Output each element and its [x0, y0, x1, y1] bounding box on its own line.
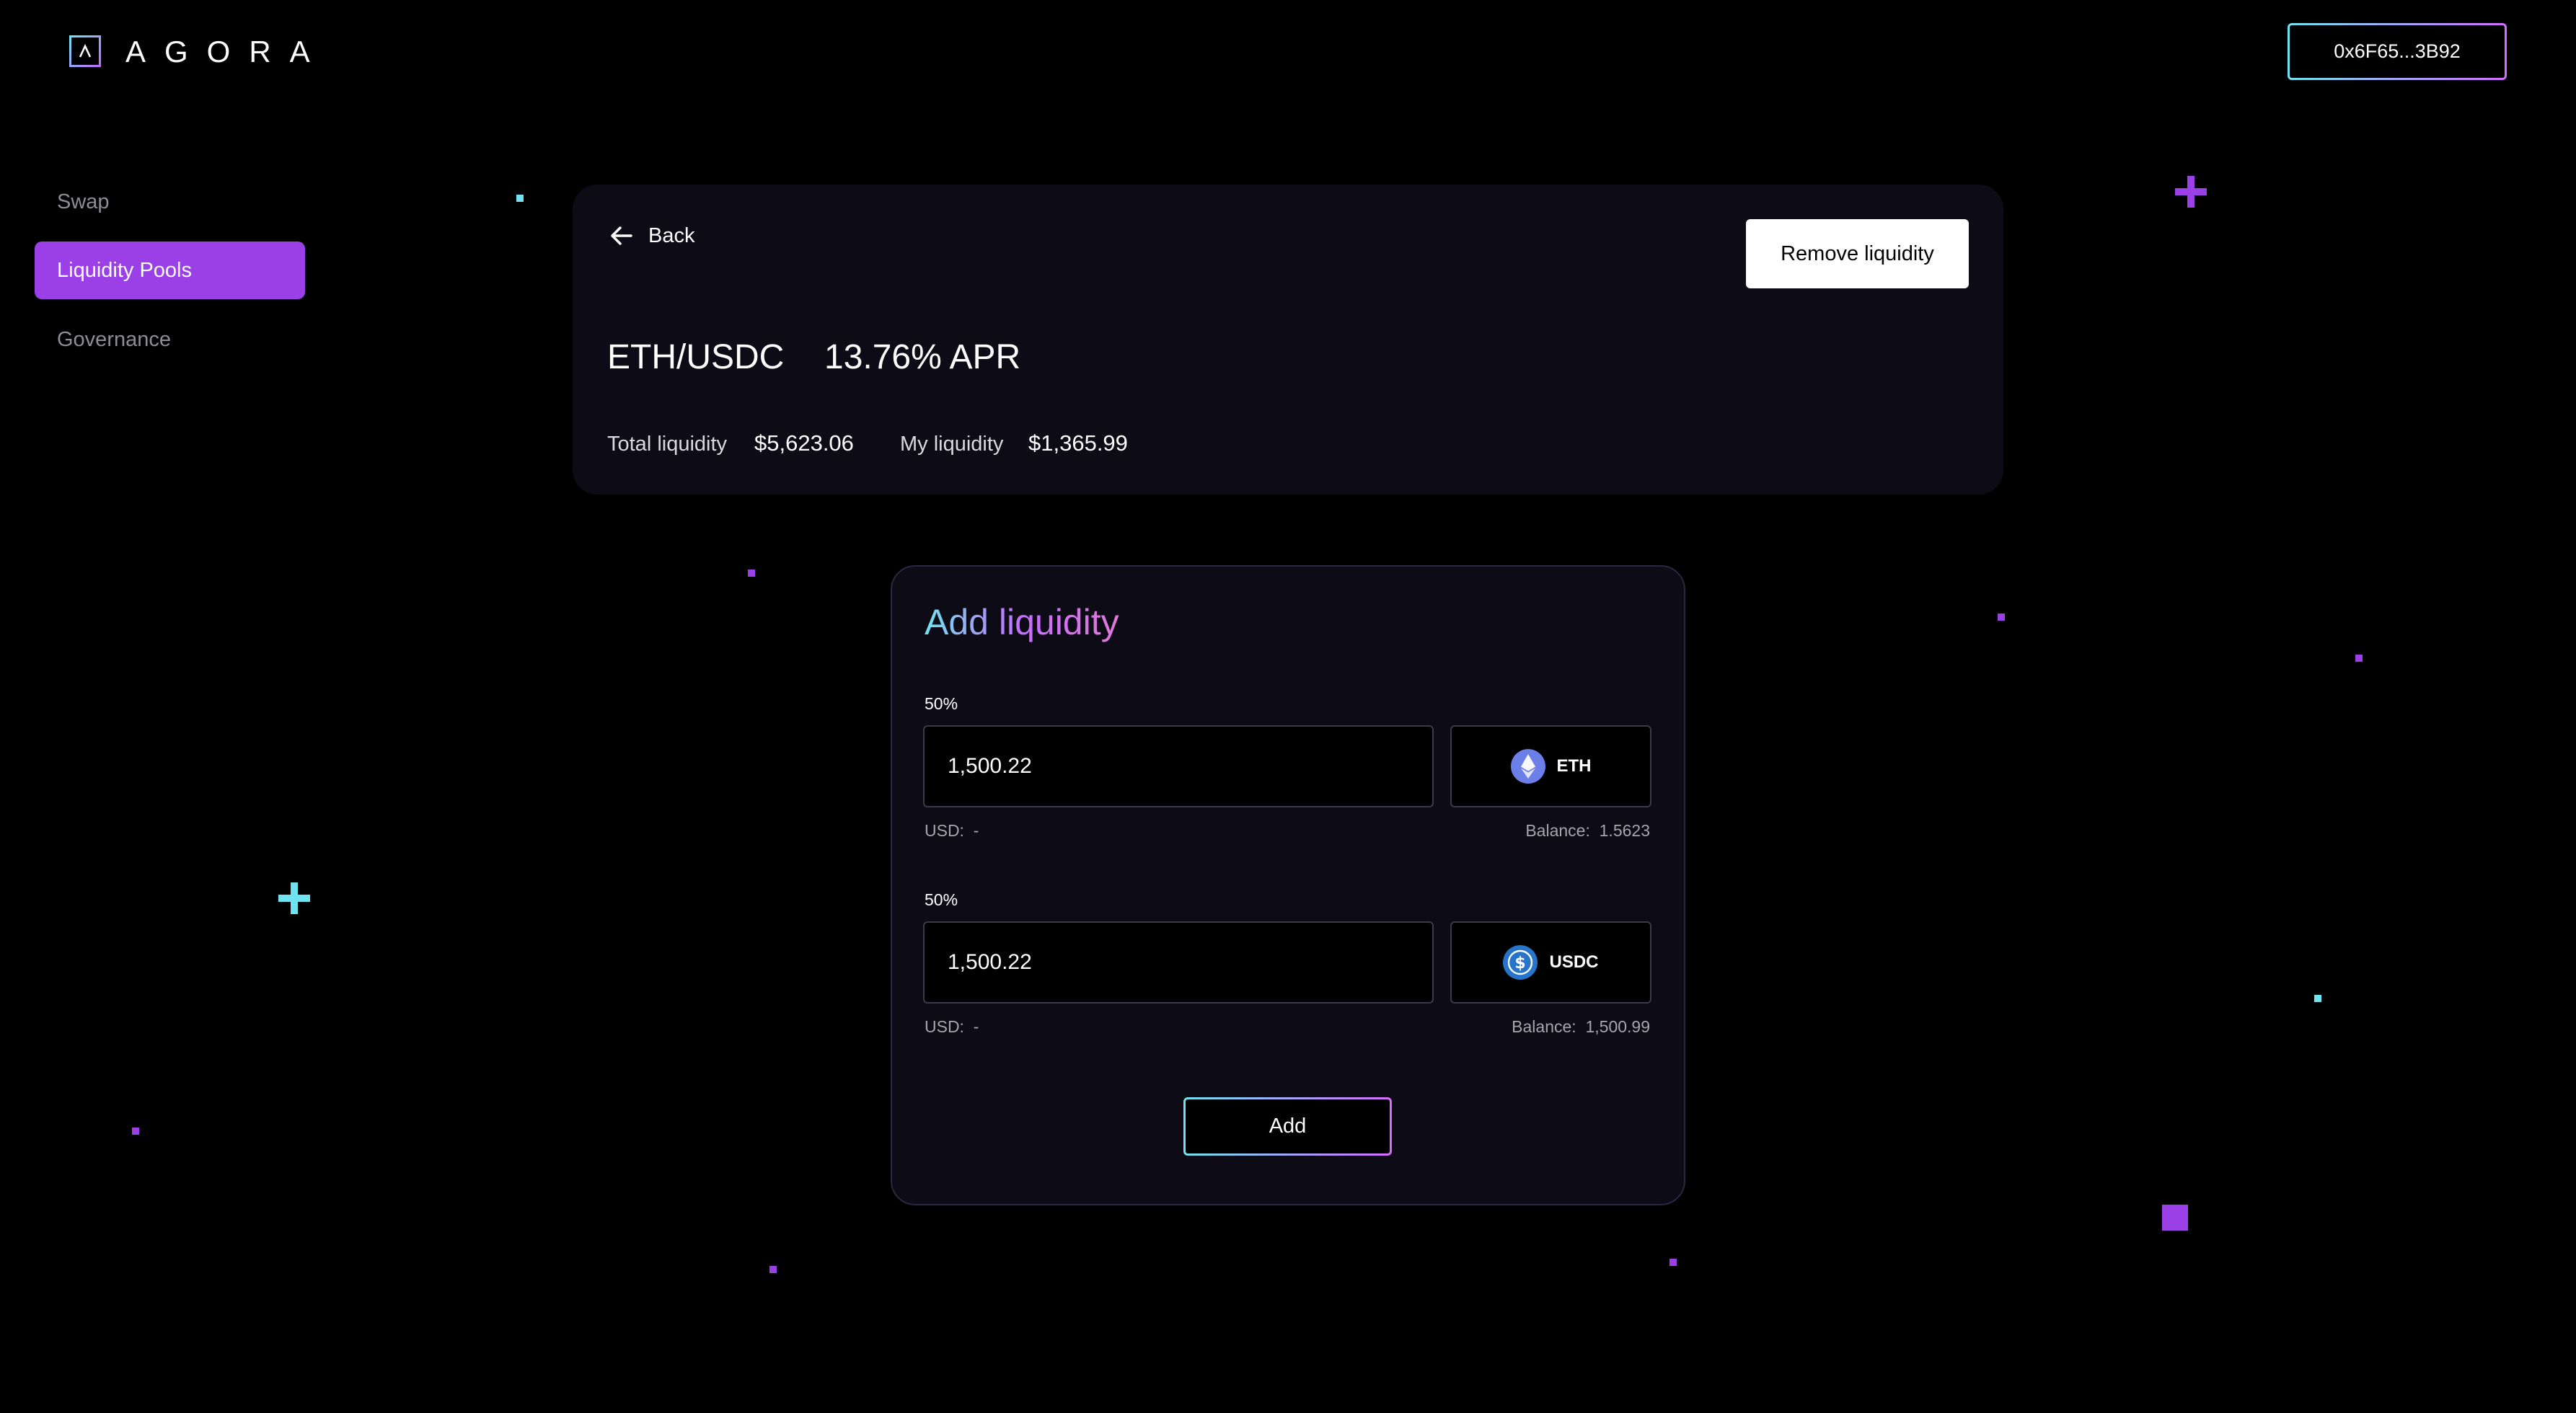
- brand-name: AGORA: [125, 35, 329, 68]
- svg-text:$: $: [1515, 954, 1526, 973]
- back-label: Back: [648, 223, 695, 247]
- my-liquidity-value: $1,365.99: [1028, 430, 1128, 456]
- sparkle-decoration: [2162, 1205, 2188, 1231]
- usd-label: USD:: [925, 821, 964, 840]
- token-symbol: ETH: [1556, 756, 1592, 776]
- add-liquidity-title: Add liquidity: [925, 600, 1119, 645]
- balance-label: Balance:: [1525, 821, 1590, 840]
- usd-value-text: USD: -: [925, 1016, 979, 1037]
- balance-label: Balance:: [1512, 1017, 1576, 1036]
- amount-value: 1,500.22: [948, 754, 1032, 778]
- sparkle-decoration: [1998, 614, 2005, 621]
- usdc-amount-input[interactable]: 1,500.22: [923, 921, 1434, 1004]
- pool-pair: ETH/USDC: [607, 338, 785, 376]
- sparkle-decoration: [2314, 995, 2321, 1002]
- eth-icon: [1510, 749, 1545, 784]
- sidebar-item-swap[interactable]: Swap: [35, 173, 305, 231]
- sparkle-decoration: [516, 195, 524, 202]
- total-liquidity-value: $5,623.06: [754, 430, 854, 456]
- balance-value: 1.5623: [1599, 821, 1650, 840]
- sparkle-decoration: [2355, 655, 2363, 662]
- plus-sparkle-icon: [278, 882, 310, 914]
- sparkle-decoration: [1669, 1259, 1677, 1266]
- wallet-address: 0x6F65...3B92: [2334, 40, 2461, 62]
- my-liquidity-label: My liquidity: [900, 433, 1004, 456]
- sidebar-item-label: Liquidity Pools: [57, 258, 192, 282]
- eth-token-selector[interactable]: ETH: [1450, 725, 1651, 807]
- sparkle-decoration: [748, 570, 755, 577]
- percent-label: 50%: [925, 890, 958, 909]
- arrow-left-icon: [611, 226, 632, 245]
- usd-value: -: [973, 1017, 979, 1036]
- add-button[interactable]: Add: [1183, 1097, 1392, 1156]
- pool-apr: 13.76% APR: [824, 338, 1021, 376]
- sparkle-decoration: [769, 1266, 777, 1273]
- eth-amount-input[interactable]: 1,500.22: [923, 725, 1434, 807]
- sparkle-decoration: [132, 1128, 139, 1135]
- amount-value: 1,500.22: [948, 950, 1032, 974]
- balance-text: Balance: 1,500.99: [1512, 1016, 1650, 1037]
- usd-label: USD:: [925, 1017, 964, 1036]
- remove-liquidity-button[interactable]: Remove liquidity: [1746, 219, 1969, 288]
- balance-text: Balance: 1.5623: [1525, 820, 1650, 841]
- token-symbol: USDC: [1549, 952, 1599, 972]
- back-button[interactable]: Back: [609, 221, 694, 250]
- total-liquidity-label: Total liquidity: [607, 433, 728, 456]
- balance-value: 1,500.99: [1585, 1017, 1650, 1036]
- plus-sparkle-icon: [2175, 176, 2207, 208]
- usdc-icon: $: [1503, 945, 1538, 980]
- sidebar-item-liquidity-pools[interactable]: Liquidity Pools: [35, 242, 305, 299]
- usd-value-text: USD: -: [925, 820, 979, 841]
- agora-logo-icon: [69, 35, 101, 67]
- wallet-address-button[interactable]: 0x6F65...3B92: [2288, 23, 2507, 80]
- sidebar-item-governance[interactable]: Governance: [35, 311, 305, 368]
- sidebar-item-label: Swap: [57, 190, 110, 213]
- usd-value: -: [973, 821, 979, 840]
- percent-label: 50%: [925, 694, 958, 713]
- sidebar-item-label: Governance: [57, 327, 171, 351]
- usdc-token-selector[interactable]: $ USDC: [1450, 921, 1651, 1004]
